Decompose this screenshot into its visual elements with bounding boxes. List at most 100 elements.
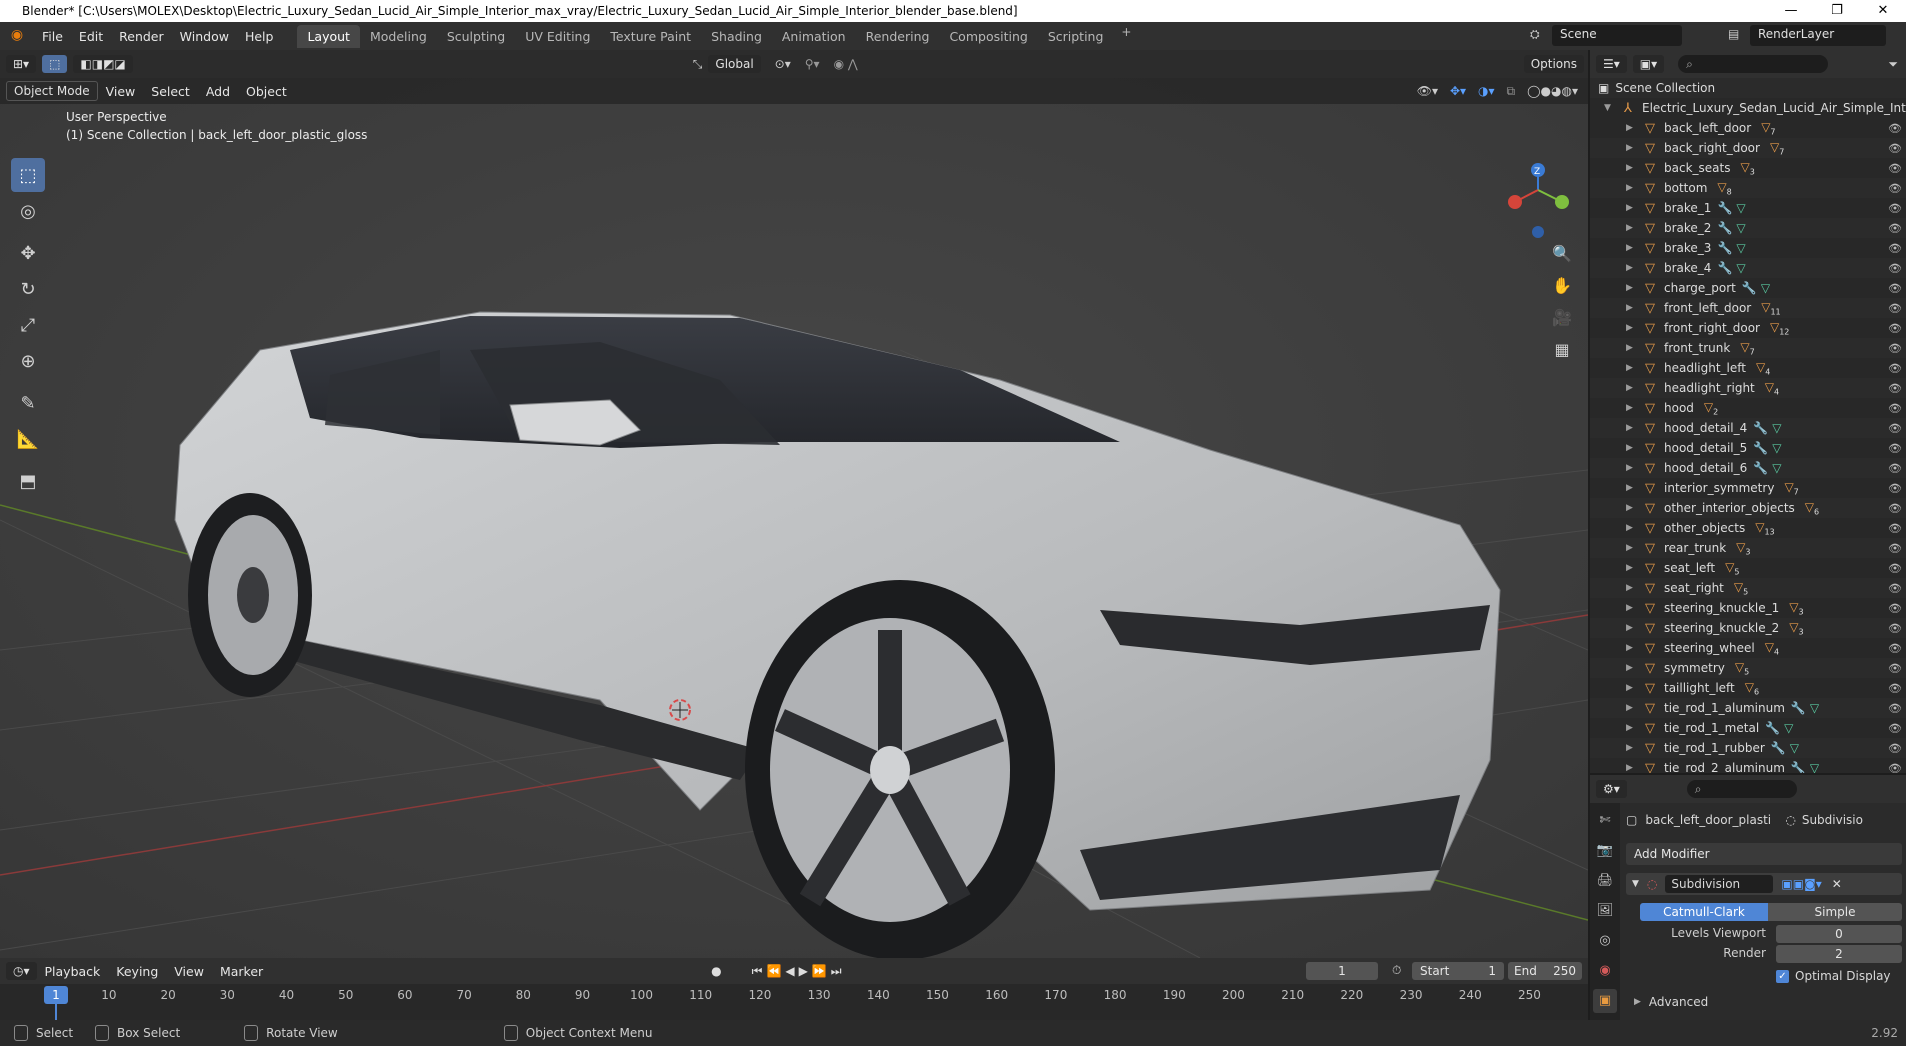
outliner-collection[interactable]: ▼ ⅄ Electric_Luxury_Sedan_Lucid_Air_Simp… <box>1590 98 1906 118</box>
maximize-button[interactable]: ❐ <box>1814 0 1860 22</box>
tab-compositing[interactable]: Compositing <box>939 25 1037 48</box>
world-tab-icon[interactable]: ◉ <box>1593 959 1617 983</box>
viewport-scene[interactable]: Z <box>0 50 1588 958</box>
expand-arrow-icon[interactable]: ▶ <box>1626 383 1636 393</box>
modifier-wrench-icon[interactable]: 🔧 <box>1753 421 1768 435</box>
visibility-eye-icon[interactable]: 👁 <box>1888 422 1902 435</box>
menu-file[interactable]: File <box>34 29 71 44</box>
3d-viewport[interactable]: Z ⊞▾ ⬚ ◧◨◩◪ ⤡ Global ⊙▾ ⚲▾ ◉ ⋀ Options O… <box>0 50 1588 958</box>
modifier-wrench-icon[interactable]: 🔧 <box>1717 201 1732 215</box>
mesh-icon[interactable]: ▽ <box>1761 281 1770 295</box>
visibility-eye-icon[interactable]: 👁 <box>1888 502 1902 515</box>
optimal-display-row[interactable]: ✓ Optimal Display <box>1776 969 1891 983</box>
visibility-eye-icon[interactable]: 👁 <box>1888 342 1902 355</box>
child-count-badge[interactable]: ▽5 <box>1725 560 1739 576</box>
visibility-eye-icon[interactable]: 👁 <box>1888 222 1902 235</box>
child-count-badge[interactable]: ▽8 <box>1717 180 1731 196</box>
visibility-eye-icon[interactable]: 👁 <box>1888 362 1902 375</box>
outliner-item[interactable]: ▶ ▽ charge_port 🔧 ▽ 👁 <box>1590 278 1906 298</box>
visibility-eye-icon[interactable]: 👁 <box>1888 402 1902 415</box>
outliner-item[interactable]: ▶ ▽ other_interior_objects ▽6 👁 <box>1590 498 1906 518</box>
menu-edit[interactable]: Edit <box>71 29 111 44</box>
outliner-item[interactable]: ▶ ▽ tie_rod_1_metal 🔧 ▽ 👁 <box>1590 718 1906 738</box>
viewport-menu-view[interactable]: View <box>98 84 144 99</box>
select-box-icon[interactable]: ⬚ <box>11 158 45 192</box>
overlay-toggle-icon[interactable]: ◑▾ <box>1478 84 1495 98</box>
pan-hand-icon[interactable]: ✋ <box>1548 272 1576 300</box>
modifier-wrench-icon[interactable]: 🔧 <box>1791 701 1806 715</box>
outliner-item[interactable]: ▶ ▽ back_right_door ▽7 👁 <box>1590 138 1906 158</box>
object-name-label[interactable]: back_left_door_plastic_... <box>1645 813 1771 827</box>
outliner-item[interactable]: ▶ ▽ tie_rod_1_aluminum 🔧 ▽ 👁 <box>1590 698 1906 718</box>
outliner-item[interactable]: ▶ ▽ other_objects ▽13 👁 <box>1590 518 1906 538</box>
modifier-wrench-icon[interactable]: 🔧 <box>1753 441 1768 455</box>
tool-tab-icon[interactable]: ✄ <box>1593 809 1617 833</box>
outliner-display-mode-icon[interactable]: ▣▾ <box>1632 55 1665 73</box>
expand-arrow-icon[interactable]: ▶ <box>1626 163 1636 173</box>
expand-arrow-icon[interactable]: ▶ <box>1626 703 1636 713</box>
render-tab-icon[interactable]: 📷 <box>1593 839 1617 863</box>
expand-arrow-icon[interactable]: ▶ <box>1626 643 1636 653</box>
expand-arrow-icon[interactable]: ▶ <box>1626 183 1636 193</box>
expand-arrow-icon[interactable]: ▶ <box>1626 603 1636 613</box>
mesh-icon[interactable]: ▽ <box>1790 741 1799 755</box>
visibility-eye-icon[interactable]: 👁 <box>1888 382 1902 395</box>
expand-arrow-icon[interactable]: ▶ <box>1626 203 1636 213</box>
child-count-badge[interactable]: ▽5 <box>1735 660 1749 676</box>
grid-view-icon[interactable]: ▦ <box>1548 336 1576 364</box>
outliner-item[interactable]: ▶ ▽ hood_detail_4 🔧 ▽ 👁 <box>1590 418 1906 438</box>
expand-arrow-icon[interactable]: ▶ <box>1626 443 1636 453</box>
visibility-eye-icon[interactable]: 👁 <box>1888 702 1902 715</box>
expand-arrow-icon[interactable]: ▶ <box>1626 223 1636 233</box>
expand-arrow-icon[interactable]: ▶ <box>1626 263 1636 273</box>
camera-icon[interactable]: 🎥 <box>1548 304 1576 332</box>
modifier-wrench-icon[interactable]: 🔧 <box>1717 261 1732 275</box>
modifier-wrench-icon[interactable]: 🔧 <box>1753 461 1768 475</box>
add-workspace-icon[interactable]: + <box>1113 25 1139 48</box>
playhead-marker[interactable]: 1 <box>44 986 68 1004</box>
mesh-icon[interactable]: ▽ <box>1736 261 1745 275</box>
mesh-icon[interactable]: ▽ <box>1810 761 1819 773</box>
outliner-item[interactable]: ▶ ▽ seat_left ▽5 👁 <box>1590 558 1906 578</box>
outliner-search-field[interactable]: ⌕ <box>1678 55 1829 73</box>
visibility-eye-icon[interactable]: 👁 <box>1888 742 1902 755</box>
outliner-item[interactable]: ▶ ▽ headlight_left ▽4 👁 <box>1590 358 1906 378</box>
expand-arrow-icon[interactable]: ▶ <box>1626 303 1636 313</box>
modifier-wrench-icon[interactable]: 🔧 <box>1765 721 1780 735</box>
mesh-icon[interactable]: ▽ <box>1810 701 1819 715</box>
menu-help[interactable]: Help <box>237 29 282 44</box>
viewport-menu-object[interactable]: Object <box>238 84 295 99</box>
modifier-wrench-icon[interactable]: 🔧 <box>1771 741 1786 755</box>
view-layer-tab-icon[interactable]: 🖼 <box>1593 899 1617 923</box>
modifier-wrench-icon[interactable]: 🔧 <box>1791 761 1806 773</box>
remove-modifier-icon[interactable]: ✕ <box>1832 877 1842 891</box>
output-tab-icon[interactable]: 🖨 <box>1593 869 1617 893</box>
timeline-ruler[interactable]: 1102030405060708090100110120130140150160… <box>0 984 1588 1020</box>
visibility-eye-icon[interactable]: 👁 <box>1888 242 1902 255</box>
outliner-item[interactable]: ▶ ▽ symmetry ▽5 👁 <box>1590 658 1906 678</box>
visibility-eye-icon[interactable]: 👁 <box>1888 302 1902 315</box>
pivot-icon[interactable]: ⊙▾ <box>775 57 791 71</box>
visibility-eye-icon[interactable]: 👁 <box>1888 662 1902 675</box>
outliner-item[interactable]: ▶ ▽ brake_2 🔧 ▽ 👁 <box>1590 218 1906 238</box>
tab-layout[interactable]: Layout <box>297 24 360 48</box>
menu-window[interactable]: Window <box>172 29 237 44</box>
mesh-icon[interactable]: ▽ <box>1772 461 1781 475</box>
levels-viewport-field[interactable]: 0 <box>1776 925 1902 943</box>
transform-icon[interactable]: ⊕ <box>11 344 45 378</box>
outliner-item[interactable]: ▶ ▽ taillight_left ▽6 👁 <box>1590 678 1906 698</box>
expand-arrow-icon[interactable]: ▶ <box>1626 463 1636 473</box>
child-count-badge[interactable]: ▽11 <box>1761 300 1780 316</box>
outliner-item[interactable]: ▶ ▽ back_left_door ▽7 👁 <box>1590 118 1906 138</box>
outliner-item[interactable]: ▶ ▽ back_seats ▽3 👁 <box>1590 158 1906 178</box>
tab-texture-paint[interactable]: Texture Paint <box>600 25 701 48</box>
visibility-eye-icon[interactable]: 👁 <box>1888 462 1902 475</box>
outliner-root[interactable]: ▣ Scene Collection <box>1590 78 1906 98</box>
expand-arrow-icon[interactable]: ▶ <box>1626 563 1636 573</box>
outliner-item[interactable]: ▶ ▽ brake_4 🔧 ▽ 👁 <box>1590 258 1906 278</box>
preview-range-icon[interactable]: ⏱ <box>1392 963 1401 978</box>
optimal-display-checkbox[interactable]: ✓ <box>1776 969 1789 983</box>
end-frame-field[interactable]: End 250 <box>1508 962 1582 980</box>
visibility-eye-icon[interactable]: 👁 <box>1888 142 1902 155</box>
expand-arrow-icon[interactable]: ▶ <box>1626 743 1636 753</box>
